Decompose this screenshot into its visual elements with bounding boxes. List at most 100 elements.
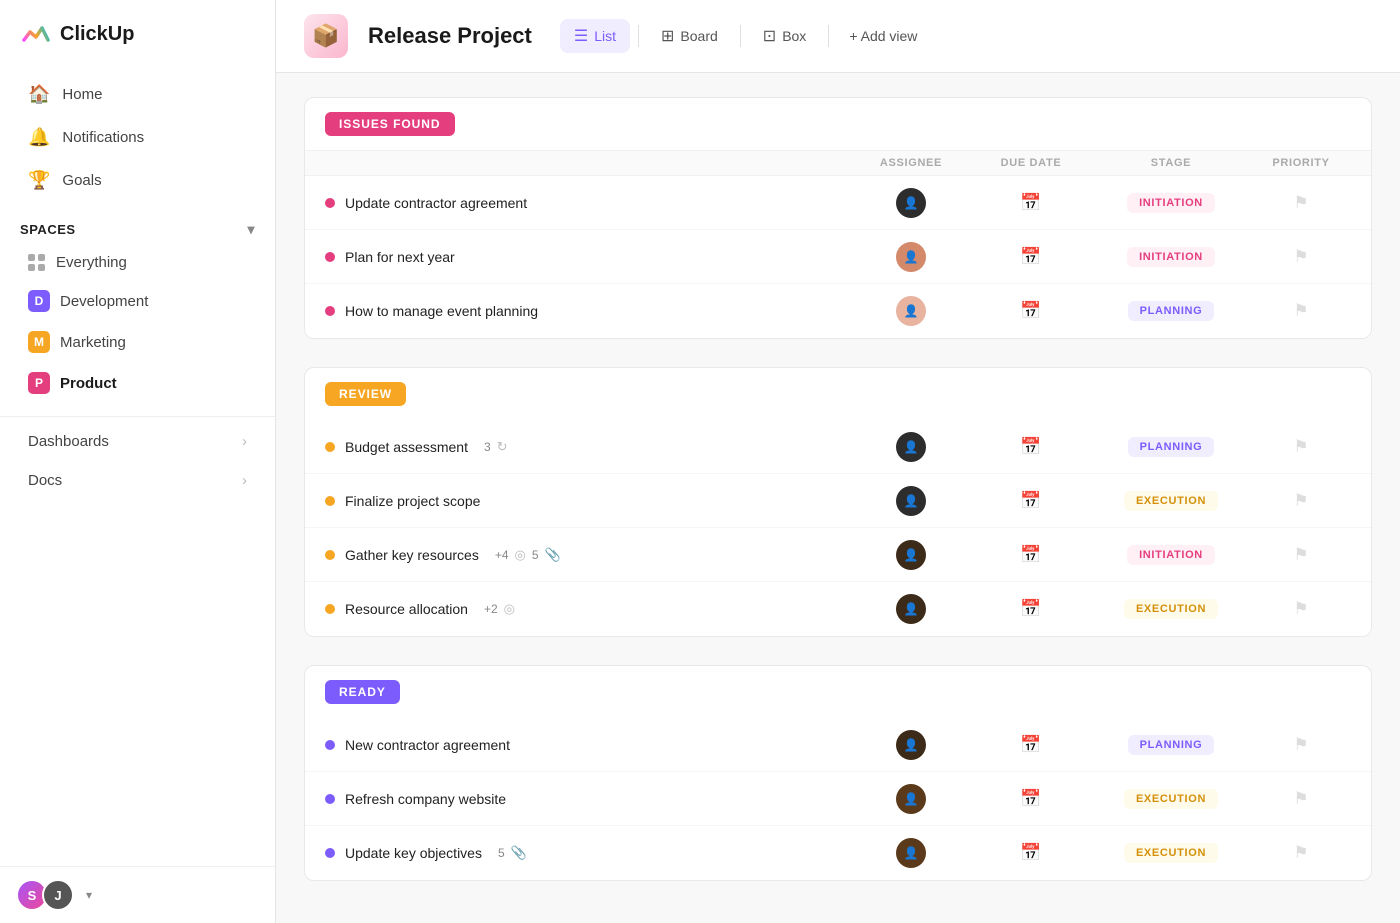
task-group-review: REVIEW Budget assessment 3 ↻ 👤 📅 PLANNIN… (304, 367, 1372, 637)
task-name-cell: Plan for next year (325, 237, 851, 277)
sidebar-item-marketing[interactable]: M Marketing (8, 322, 267, 362)
stage-badge: EXECUTION (1124, 789, 1218, 809)
task-assignee-cell: 👤 (851, 486, 971, 516)
stage-badge: PLANNING (1128, 735, 1215, 755)
table-row[interactable]: Update contractor agreement 👤 📅 INITIATI… (305, 176, 1371, 230)
task-dot (325, 604, 335, 614)
sidebar-footer: S J ▾ (0, 866, 275, 923)
task-name-cell: Refresh company website (325, 779, 851, 819)
stage-badge: EXECUTION (1124, 599, 1218, 619)
home-icon: 🏠 (28, 84, 50, 105)
table-row[interactable]: Refresh company website 👤 📅 EXECUTION ⚑ (305, 772, 1371, 826)
task-stage-cell: EXECUTION (1091, 599, 1251, 619)
task-stage-cell: EXECUTION (1091, 789, 1251, 809)
task-name: Update contractor agreement (345, 195, 527, 211)
task-priority-cell: ⚑ (1251, 735, 1351, 755)
table-row[interactable]: Resource allocation +2 ◎ 👤 📅 EXECUTION ⚑ (305, 582, 1371, 636)
task-date-cell: 📅 (971, 491, 1091, 511)
task-name: Budget assessment (345, 439, 468, 455)
sidebar-item-dashboards[interactable]: Dashboards › (8, 423, 267, 460)
clickup-logo-icon (20, 18, 52, 50)
trophy-icon: 🏆 (28, 170, 50, 191)
tab-divider (828, 25, 829, 47)
sidebar-item-goals[interactable]: 🏆 Goals (8, 160, 267, 201)
task-stage-cell: EXECUTION (1091, 491, 1251, 511)
task-name-cell: Update contractor agreement (325, 183, 851, 223)
task-name-cell: New contractor agreement (325, 725, 851, 765)
table-row[interactable]: New contractor agreement 👤 📅 PLANNING ⚑ (305, 718, 1371, 772)
table-row[interactable]: Budget assessment 3 ↻ 👤 📅 PLANNING ⚑ (305, 420, 1371, 474)
task-date-cell: 📅 (971, 437, 1091, 457)
avatar: 👤 (896, 432, 926, 462)
task-name-cell: Finalize project scope (325, 481, 851, 521)
task-name-cell: Update key objectives 5 📎 (325, 833, 851, 873)
task-dot (325, 442, 335, 452)
avatar: 👤 (896, 486, 926, 516)
stage-badge: INITIATION (1127, 193, 1215, 213)
table-row[interactable]: Gather key resources +4 ◎ 5 📎 👤 📅 INITIA… (305, 528, 1371, 582)
view-tabs: ☰ List ⊞ Board ⊡ Box + Add view (560, 19, 930, 53)
task-priority-cell: ⚑ (1251, 247, 1351, 267)
sidebar-item-development[interactable]: D Development (8, 281, 267, 321)
task-name: Gather key resources (345, 547, 479, 563)
chevron-right-icon: › (242, 433, 247, 450)
tab-board[interactable]: ⊞ Board (647, 19, 732, 53)
logo-area: ClickUp (0, 0, 275, 68)
sidebar-item-home[interactable]: 🏠 Home (8, 74, 267, 115)
sidebar-item-docs[interactable]: Docs › (8, 462, 267, 499)
task-dot (325, 740, 335, 750)
add-view-button[interactable]: + Add view (837, 21, 929, 51)
task-priority-cell: ⚑ (1251, 789, 1351, 809)
group-header-review: REVIEW (305, 368, 1371, 420)
task-stage-cell: PLANNING (1091, 301, 1251, 321)
task-priority-cell: ⚑ (1251, 193, 1351, 213)
task-date-cell: 📅 (971, 789, 1091, 809)
link-icon: ◎ (504, 601, 515, 617)
box-icon: ⊡ (763, 26, 776, 46)
tab-box[interactable]: ⊡ Box (749, 19, 821, 53)
table-row[interactable]: How to manage event planning 👤 📅 PLANNIN… (305, 284, 1371, 338)
sidebar: ClickUp 🏠 Home 🔔 Notifications 🏆 Goals S… (0, 0, 276, 923)
footer-dropdown-arrow[interactable]: ▾ (86, 888, 92, 902)
col-stage: STAGE (1091, 157, 1251, 169)
col-due-date: DUE DATE (971, 157, 1091, 169)
meta-count: 5 (532, 548, 539, 562)
sidebar-item-everything[interactable]: Everything (8, 245, 267, 280)
task-stage-cell: PLANNING (1091, 735, 1251, 755)
avatar: 👤 (896, 730, 926, 760)
task-stage-cell: EXECUTION (1091, 843, 1251, 863)
tab-box-label: Box (782, 28, 806, 44)
table-row[interactable]: Update key objectives 5 📎 👤 📅 EXECUTION … (305, 826, 1371, 880)
sidebar-item-product[interactable]: P Product (8, 363, 267, 403)
product-avatar: P (28, 372, 50, 394)
space-label: Marketing (60, 334, 126, 351)
col-task (325, 157, 851, 169)
task-assignee-cell: 👤 (851, 730, 971, 760)
tab-list[interactable]: ☰ List (560, 19, 630, 53)
main-content: 📦 Release Project ☰ List ⊞ Board ⊡ Box +… (276, 0, 1400, 923)
task-name-cell: Resource allocation +2 ◎ (325, 589, 851, 629)
sidebar-item-label: Notifications (62, 129, 144, 146)
avatar: 👤 (896, 784, 926, 814)
user-avatars[interactable]: S J (16, 879, 74, 911)
task-date-cell: 📅 (971, 735, 1091, 755)
task-name: New contractor agreement (345, 737, 510, 753)
spaces-section-header: Spaces ▾ (0, 207, 275, 244)
development-avatar: D (28, 290, 50, 312)
avatar: 👤 (896, 594, 926, 624)
stage-badge: INITIATION (1127, 545, 1215, 565)
task-date-cell: 📅 (971, 301, 1091, 321)
table-row[interactable]: Finalize project scope 👤 📅 EXECUTION ⚑ (305, 474, 1371, 528)
sidebar-item-notifications[interactable]: 🔔 Notifications (8, 117, 267, 158)
refresh-icon: ↻ (497, 439, 508, 455)
task-group-issues-found: ISSUES FOUND ASSIGNEE DUE DATE STAGE PRI… (304, 97, 1372, 339)
project-icon: 📦 (304, 14, 348, 58)
stage-badge: PLANNING (1128, 301, 1215, 321)
avatar: 👤 (896, 540, 926, 570)
task-dot (325, 794, 335, 804)
sidebar-item-label: Home (62, 86, 102, 103)
chevron-down-icon[interactable]: ▾ (247, 221, 255, 238)
table-row[interactable]: Plan for next year 👤 📅 INITIATION ⚑ (305, 230, 1371, 284)
spaces-list: Everything D Development M Marketing P P… (0, 244, 275, 404)
bell-icon: 🔔 (28, 127, 50, 148)
